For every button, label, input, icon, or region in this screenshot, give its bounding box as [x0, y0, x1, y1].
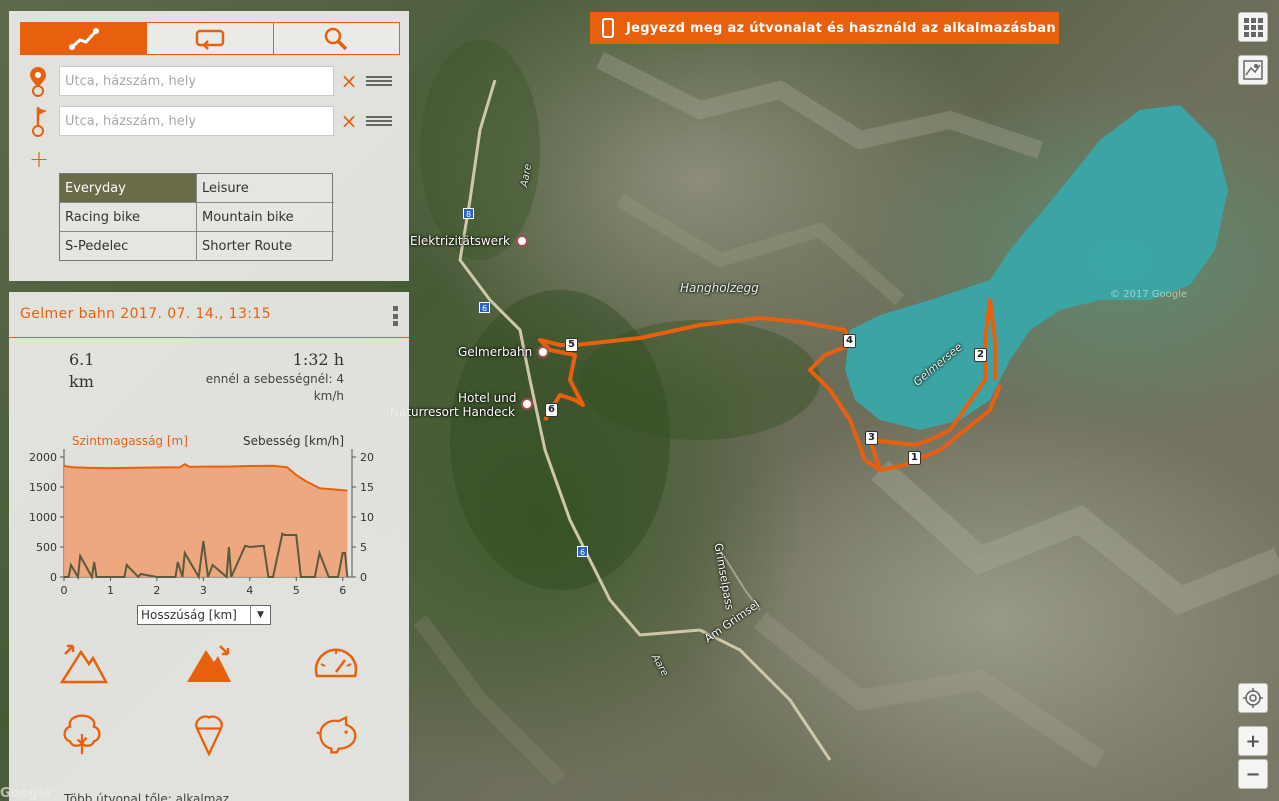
- drag-handle-icon[interactable]: [366, 116, 392, 126]
- map-copyright: © 2017 Google: [1110, 289, 1188, 300]
- x-tick-label: 3: [200, 584, 207, 597]
- map-layers-icon: [1243, 60, 1263, 80]
- tree-icon[interactable]: [57, 712, 107, 756]
- duration-value: 1:32 h: [292, 350, 344, 369]
- profile-shorter-route[interactable]: Shorter Route: [197, 232, 334, 261]
- start-pin-icon: [30, 67, 46, 97]
- y-tick-label-left: 1000: [29, 511, 57, 524]
- x-tick-label: 1: [107, 584, 114, 597]
- trip-details-panel: Gelmer bahn 2017. 07. 14., 13:15 6.1 km …: [9, 292, 409, 801]
- poi-elektrizitatswerk-icon[interactable]: [516, 235, 528, 247]
- route-icon: [68, 27, 99, 50]
- more-routes-link[interactable]: Több útvonal tőle: alkalmaz...: [64, 792, 241, 801]
- start-clear-button[interactable]: ×: [334, 69, 364, 93]
- waypoint-marker[interactable]: 4: [843, 334, 856, 348]
- y-tick-label-left: 500: [36, 541, 57, 554]
- poi-gelmerbahn-icon[interactable]: [537, 346, 549, 358]
- left-axis-label: Szintmagasság [m]: [72, 434, 188, 448]
- x-axis-select[interactable]: Hosszúság [km] ▼: [137, 605, 271, 625]
- poi-hotel-icon[interactable]: [521, 398, 533, 410]
- waypoint-marker[interactable]: 3: [865, 431, 878, 445]
- x-tick-label: 4: [246, 584, 253, 597]
- label-hangholzegg: Hangholzegg: [680, 281, 759, 295]
- search-icon: [325, 27, 348, 50]
- distance-unit: km: [69, 372, 94, 391]
- ascent-icon[interactable]: [59, 642, 109, 686]
- profile-leisure[interactable]: Leisure: [197, 174, 334, 203]
- route-planner-panel: × × + Everyday Leisure Racing bike Mount…: [9, 11, 409, 281]
- label-elektrizitatswerk[interactable]: Elektrizitätswerk: [410, 234, 510, 248]
- x-tick-label: 0: [61, 584, 68, 597]
- y-tick-label-right: 10: [360, 511, 374, 524]
- divider: [9, 337, 409, 338]
- apps-grid-icon: [1244, 18, 1263, 37]
- tab-search[interactable]: [273, 23, 399, 54]
- y-tick-label-right: 20: [360, 451, 374, 464]
- elevation-speed-chart[interactable]: 0 500 1000 1500 2000 0 5 10 15 20 0 1 2 3 4 5 6 Szintmag…: [9, 427, 409, 602]
- trip-title: Gelmer bahn 2017. 07. 14., 13:15: [20, 306, 272, 322]
- waypoint-marker[interactable]: 5: [565, 338, 578, 352]
- loop-icon: [195, 29, 225, 50]
- profile-mountain-bike[interactable]: Mountain bike: [197, 203, 334, 232]
- speedometer-icon[interactable]: [311, 642, 361, 686]
- label-gelmerbahn[interactable]: Gelmerbahn: [458, 345, 532, 359]
- profile-s-pedelec[interactable]: S-Pedelec: [60, 232, 197, 261]
- road-shield: 8: [463, 208, 474, 219]
- add-waypoint-button[interactable]: +: [29, 145, 49, 173]
- finish-flag-icon: [32, 107, 47, 137]
- profile-racing-bike[interactable]: Racing bike: [60, 203, 197, 232]
- planner-tabs: [20, 22, 400, 55]
- descent-icon[interactable]: [184, 642, 234, 686]
- label-hotel-line1[interactable]: Hotel und: [458, 391, 516, 405]
- distance-value: 6.1: [69, 350, 95, 369]
- trip-menu-icon[interactable]: [393, 306, 399, 326]
- piggy-bank-icon[interactable]: [311, 712, 361, 756]
- right-axis-label: Sebesség [km/h]: [243, 434, 344, 448]
- x-tick-label: 2: [153, 584, 160, 597]
- y-tick-label-left: 0: [50, 571, 57, 584]
- apps-grid-button[interactable]: [1238, 12, 1268, 42]
- chevron-down-icon: ▼: [250, 606, 270, 624]
- speed-note: ennél a sebességnél: 4 km/h: [205, 372, 344, 403]
- end-waypoint-row: ×: [27, 105, 397, 137]
- end-input[interactable]: [59, 106, 334, 136]
- x-tick-label: 6: [339, 584, 346, 597]
- y-tick-label-left: 1500: [29, 481, 57, 494]
- tab-roundtrip[interactable]: [147, 23, 274, 54]
- locate-button[interactable]: [1238, 683, 1268, 713]
- y-tick-label-right: 15: [360, 481, 374, 494]
- waypoint-marker[interactable]: 1: [908, 451, 921, 465]
- y-tick-label-left: 2000: [29, 451, 57, 464]
- start-waypoint-row: ×: [27, 65, 397, 97]
- y-tick-label-right: 5: [360, 541, 367, 554]
- end-clear-button[interactable]: ×: [334, 109, 364, 133]
- start-input[interactable]: [59, 66, 334, 96]
- locate-icon: [1243, 688, 1263, 708]
- app-promo-banner[interactable]: Jegyezd meg az útvonalat és használd az …: [590, 12, 1059, 44]
- smartphone-icon: [602, 18, 614, 38]
- ice-cream-icon[interactable]: [184, 712, 234, 756]
- app-promo-text: Jegyezd meg az útvonalat és használd az …: [626, 20, 1056, 36]
- waypoint-marker[interactable]: 2: [974, 348, 987, 362]
- road-shield: 6: [479, 302, 490, 313]
- y-tick-label-right: 0: [360, 571, 367, 584]
- map-layers-button[interactable]: [1238, 55, 1268, 85]
- bike-profile-selector: Everyday Leisure Racing bike Mountain bi…: [59, 173, 334, 261]
- drag-handle-icon[interactable]: [366, 76, 392, 86]
- zoom-in-button[interactable]: +: [1238, 726, 1268, 756]
- x-tick-label: 5: [293, 584, 300, 597]
- road-shield: 6: [577, 546, 588, 557]
- tab-route[interactable]: [21, 23, 148, 54]
- zoom-out-button[interactable]: −: [1238, 759, 1268, 789]
- profile-everyday[interactable]: Everyday: [60, 174, 197, 203]
- waypoint-marker[interactable]: 6: [545, 403, 558, 417]
- x-axis-select-value: Hosszúság [km]: [141, 608, 237, 622]
